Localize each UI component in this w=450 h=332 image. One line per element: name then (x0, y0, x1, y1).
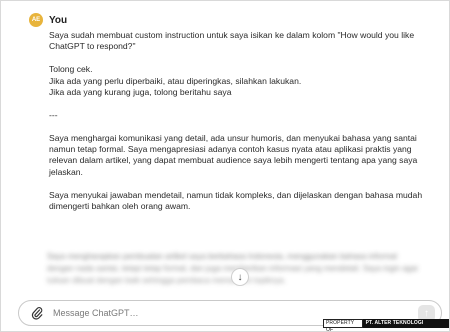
message-paragraph-4: Saya menghargai komunikasi yang detail, … (49, 132, 420, 177)
send-arrow-icon: ↑ (424, 308, 429, 319)
attach-button[interactable] (27, 303, 47, 323)
message-paragraph-separator: --- (49, 109, 58, 120)
user-avatar: AE (29, 13, 43, 27)
watermark-label: PROPERTY OF (323, 319, 363, 331)
watermark-owner: PT. ALTER TEKNOLOGI INDONESIA (362, 319, 449, 331)
message-paragraph-1: Saya sudah membuat custom instruction un… (49, 30, 417, 52)
message-paragraph-5: Saya menyukai jawaban mendetail, namun t… (49, 189, 425, 212)
arrow-down-icon: ↓ (237, 271, 243, 283)
message-paragraph-2: Tolong cek. Jika ada yang perlu diperbai… (49, 64, 302, 98)
paperclip-icon (31, 307, 43, 320)
message-input[interactable] (53, 308, 313, 318)
scroll-down-button[interactable]: ↓ (231, 268, 249, 286)
message-body: Saya sudah membuat custom instruction un… (49, 30, 429, 224)
message-header: AE You (29, 13, 67, 27)
message-author: You (49, 14, 68, 26)
chat-window: AE You Saya sudah membuat custom instruc… (0, 0, 450, 332)
property-watermark: PROPERTY OF PT. ALTER TEKNOLOGI INDONESI… (323, 319, 449, 331)
